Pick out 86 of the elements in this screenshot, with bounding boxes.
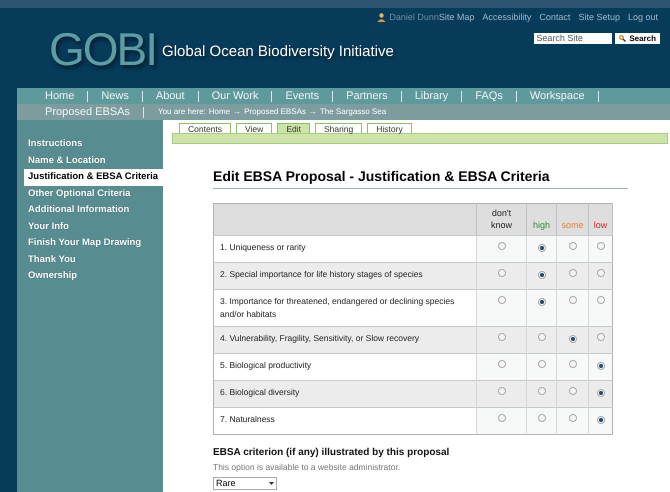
breadcrumb-link[interactable]: The Sargasso Sea — [320, 106, 386, 118]
nav-link[interactable]: Proposed EBSAs — [45, 106, 144, 118]
tab[interactable]: History — [367, 123, 412, 133]
top-link[interactable]: Contact — [539, 11, 570, 24]
sidebar-item[interactable]: Other Optional Criteria — [24, 186, 163, 202]
sidebar-item[interactable]: Finish Your Map Drawing — [24, 235, 163, 252]
criterion-label: 6. Biological diversity — [220, 387, 300, 397]
radio-button[interactable] — [498, 242, 506, 250]
radio-button[interactable] — [568, 296, 576, 304]
radio-button[interactable] — [568, 335, 576, 343]
criterion-label: 7. Naturalness — [220, 414, 275, 424]
page-heading: Edit EBSA Proposal - Justification & EBSA Criteria — [213, 166, 628, 189]
column-header: don't know — [490, 207, 513, 231]
nav-link[interactable]: Home — [45, 90, 88, 102]
radio-button[interactable] — [498, 333, 506, 341]
search-button[interactable]: Search — [615, 33, 660, 44]
breadcrumb-link[interactable]: Home — [208, 106, 230, 118]
radio-button[interactable] — [568, 414, 576, 422]
criterion-label: 5. Biological productivity — [220, 360, 312, 370]
nav-link[interactable]: FAQs — [462, 90, 517, 102]
breadcrumb-separator: → — [233, 106, 242, 118]
logo[interactable]: GOBI — [49, 26, 156, 72]
sidebar-item[interactable]: Ownership — [24, 268, 163, 284]
sidebar-item[interactable]: Your Info — [24, 218, 163, 235]
nav-link[interactable]: Partners — [333, 90, 402, 102]
column-header: some — [561, 219, 584, 231]
radio-button[interactable] — [498, 269, 506, 277]
field-label: EBSA criterion (if any) illustrated by this proposal — [213, 446, 450, 460]
radio-button[interactable] — [538, 414, 546, 422]
sidebar-item[interactable]: Justification & EBSA Criteria — [24, 169, 163, 186]
radio-button[interactable] — [498, 414, 506, 422]
nav-link[interactable]: Workspace — [516, 90, 599, 102]
nav-link[interactable]: News — [88, 90, 143, 102]
criterion-label: 3. Importance for threatened, endangered or declining species and/or habitats — [220, 296, 454, 319]
tab[interactable]: View — [236, 123, 272, 133]
radio-button[interactable] — [498, 360, 506, 368]
radio-button[interactable] — [568, 242, 576, 250]
top-link[interactable]: Accessibility — [482, 11, 532, 24]
tab[interactable]: Sharing — [314, 123, 362, 133]
nav-link[interactable]: Events — [272, 90, 334, 102]
sidebar-item[interactable]: Instructions — [24, 136, 163, 152]
radio-button[interactable] — [568, 387, 576, 395]
nav-link[interactable]: Library — [402, 90, 462, 102]
radio-button[interactable] — [596, 242, 604, 250]
radio-button[interactable] — [538, 244, 546, 252]
tab[interactable]: Contents — [179, 123, 232, 133]
top-link[interactable]: Site Map — [438, 11, 474, 24]
radio-button[interactable] — [498, 387, 506, 395]
sidebar-item[interactable]: Thank You — [24, 252, 163, 268]
search-icon — [619, 35, 626, 42]
radio-button[interactable] — [538, 333, 546, 341]
radio-button[interactable] — [538, 271, 546, 279]
radio-button[interactable] — [568, 360, 576, 368]
breadcrumb-link[interactable]: Proposed EBSAs — [244, 106, 306, 118]
tab[interactable]: Edit — [277, 123, 310, 133]
radio-button[interactable] — [568, 269, 576, 277]
caret-icon — [269, 482, 274, 485]
radio-button[interactable] — [596, 362, 604, 370]
site-title: Global Ocean Biodiversity Initiative — [162, 42, 394, 62]
search-field[interactable]: Search Site — [534, 33, 612, 44]
radio-button[interactable] — [596, 296, 604, 304]
user-name[interactable]: Daniel Dunn — [389, 11, 439, 24]
column-header: low — [594, 219, 608, 231]
radio-button[interactable] — [538, 387, 546, 395]
sidebar-item[interactable]: Additional Information — [24, 202, 163, 218]
user-icon — [377, 13, 386, 22]
radio-button[interactable] — [596, 333, 604, 341]
criterion-label: 4. Vulnerability, Fragility, Sensitivity, or Slow recovery — [220, 333, 420, 343]
radio-button[interactable] — [596, 389, 604, 397]
radio-button[interactable] — [498, 296, 506, 304]
criterion-select[interactable]: Rare — [213, 476, 277, 490]
radio-button[interactable] — [596, 269, 604, 277]
radio-button[interactable] — [596, 416, 604, 424]
help-text: This option is available to a website administrator. — [213, 461, 402, 474]
column-header: high — [532, 219, 550, 231]
criterion-label: 2. Special importance for life history stages of species — [220, 269, 423, 279]
breadcrumb-separator: → — [308, 106, 317, 118]
top-link[interactable]: Site Setup — [578, 11, 620, 24]
criterion-label: 1. Uniqueness or rarity — [220, 242, 306, 252]
nav-link[interactable]: Our Work — [198, 90, 272, 102]
nav-link[interactable]: About — [142, 90, 199, 102]
radio-button[interactable] — [538, 360, 546, 368]
sidebar-item[interactable]: Name & Location — [24, 152, 163, 169]
top-link[interactable]: Log out — [628, 11, 658, 24]
breadcrumb-label: You are here: — [158, 106, 206, 118]
radio-button[interactable] — [538, 298, 546, 306]
